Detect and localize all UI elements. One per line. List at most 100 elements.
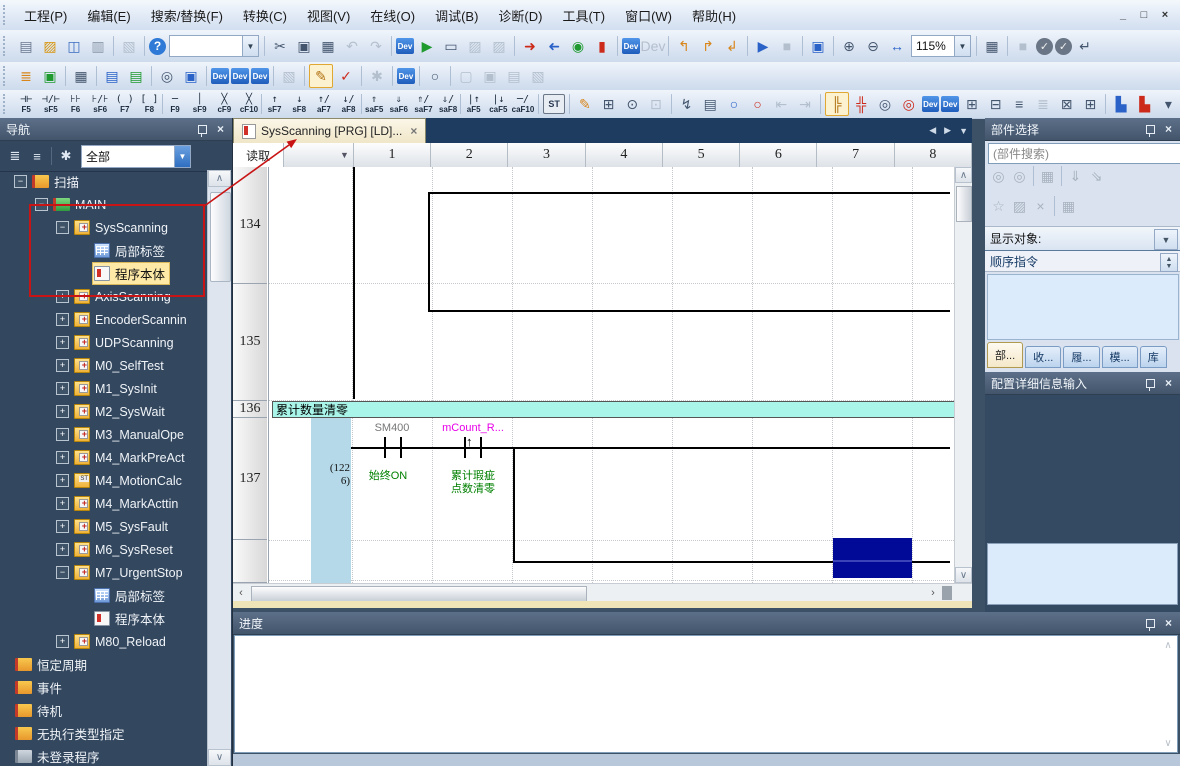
editor-horizontal-scrollbar[interactable]: ‹ › bbox=[233, 583, 972, 602]
tab-scroll-left-icon[interactable]: ◀ bbox=[929, 125, 936, 136]
edit-mode-indicator[interactable]: 读取 bbox=[233, 143, 284, 167]
scroll-up-icon[interactable]: ∧ bbox=[208, 170, 231, 187]
pin-icon[interactable] bbox=[1146, 379, 1155, 388]
tree-item[interactable]: M7_UrgentStop bbox=[0, 561, 208, 584]
note-balloon-icon[interactable]: ⊙ bbox=[621, 93, 643, 115]
element-table-icon[interactable]: ▦ bbox=[1037, 166, 1058, 186]
find-element-icon[interactable]: ◎ bbox=[988, 166, 1009, 186]
device-comment-icon[interactable]: Dev bbox=[211, 68, 229, 84]
edit-comment-icon[interactable]: ✎ bbox=[574, 93, 596, 115]
favorite-star-icon[interactable]: ☆ bbox=[988, 196, 1009, 216]
tree-item[interactable]: M0_SelfTest bbox=[0, 354, 208, 377]
check-program-icon[interactable]: ✓ bbox=[1036, 38, 1053, 55]
delete-row-icon[interactable]: ⊟ bbox=[985, 93, 1007, 115]
device-memory-icon[interactable]: Dev bbox=[231, 68, 249, 84]
line-statement-list-icon[interactable]: ≡ bbox=[1008, 93, 1030, 115]
expander-icon[interactable] bbox=[56, 359, 69, 372]
rising-pulse-close-branch-icon[interactable]: ⇑/ saF7 bbox=[411, 92, 436, 117]
tree-item[interactable]: M80_Reload bbox=[0, 630, 208, 653]
menu-item[interactable]: 窗口(W) bbox=[615, 2, 682, 29]
closed-contact-icon[interactable]: ⊣/⊢ sF5 bbox=[39, 92, 64, 117]
settings-gear-icon[interactable]: ✱ bbox=[55, 145, 77, 167]
fit-width-icon[interactable]: ↔ bbox=[886, 35, 908, 57]
expander-icon[interactable] bbox=[56, 520, 69, 533]
tree-item[interactable]: 未登录程序 bbox=[0, 745, 208, 766]
check-parameter-icon[interactable]: ✓ bbox=[1055, 38, 1072, 55]
navigation-window-icon[interactable]: ≣ bbox=[15, 65, 37, 87]
dev-find-icon[interactable]: Dev bbox=[622, 38, 640, 54]
dock-layout2-icon[interactable]: ▣ bbox=[479, 65, 501, 87]
tab-list-icon[interactable]: ▼ bbox=[959, 126, 968, 136]
wire-tree-icon[interactable]: ╠ bbox=[825, 92, 849, 116]
run-program-icon[interactable]: ▶ bbox=[416, 35, 438, 57]
dropdown-arrow-icon[interactable]: ▼ bbox=[174, 146, 190, 167]
help-icon[interactable]: ? bbox=[149, 38, 166, 55]
filter-combobox[interactable]: 全部 ▼ bbox=[81, 145, 191, 168]
copy-icon[interactable]: ▣ bbox=[293, 35, 315, 57]
dock-layout1-icon[interactable]: ▢ bbox=[455, 65, 477, 87]
expander-icon[interactable] bbox=[56, 313, 69, 326]
read-from-plc-icon[interactable]: ➜ bbox=[543, 35, 565, 57]
row-number[interactable]: 135 bbox=[233, 284, 267, 401]
add-element-icon[interactable]: ⇓ bbox=[1065, 166, 1086, 186]
inline-st-icon[interactable]: ST bbox=[543, 94, 565, 114]
expand-tree-icon[interactable]: ≡ bbox=[26, 145, 48, 167]
vertical-line-icon[interactable]: │ sF9 bbox=[187, 92, 212, 117]
dev-search-icon[interactable]: Dev bbox=[922, 96, 940, 112]
menu-item[interactable]: 工程(P) bbox=[14, 2, 77, 29]
document-icon[interactable]: ▤ bbox=[699, 93, 721, 115]
device-monitor-icon[interactable]: Dev bbox=[396, 38, 414, 54]
restore-icon[interactable]: □ bbox=[1135, 7, 1153, 23]
dev-disabled-icon[interactable]: Dev bbox=[642, 35, 664, 57]
undo-icon[interactable]: ↶ bbox=[341, 35, 363, 57]
application-instruction-icon[interactable]: [ ] F8 bbox=[137, 92, 162, 117]
zoom-in-icon[interactable]: ⊕ bbox=[838, 35, 860, 57]
tree-item[interactable]: 扫描 bbox=[0, 170, 208, 193]
pulse-up-icon[interactable]: ∣↑ aF5 bbox=[461, 92, 486, 117]
expander-icon[interactable] bbox=[56, 336, 69, 349]
wire-delete-icon[interactable]: ╬ bbox=[851, 93, 873, 115]
invert-result-icon[interactable]: ─/ caF10 bbox=[511, 92, 536, 117]
scroll-down-icon[interactable]: ∨ bbox=[208, 749, 231, 766]
doc2-disabled-icon[interactable]: ▨ bbox=[488, 35, 510, 57]
new-project-icon[interactable]: ▤ bbox=[15, 35, 37, 57]
verify-plc-icon[interactable]: ◉ bbox=[567, 35, 589, 57]
jump-next-icon[interactable]: ⇥ bbox=[794, 93, 816, 115]
open-branch-icon[interactable]: ⊦⊦ F6 bbox=[63, 92, 88, 117]
tree-item[interactable]: 无执行类型指定 bbox=[0, 722, 208, 745]
network-disabled-icon[interactable]: ▧ bbox=[278, 65, 300, 87]
falling-pulse-close-branch-icon[interactable]: ⇓/ saF8 bbox=[436, 92, 461, 117]
ladder-edit-mode-icon[interactable]: ✎ bbox=[309, 64, 333, 88]
scroll-left-icon[interactable]: ‹ bbox=[233, 585, 249, 601]
option-list-icon[interactable]: ≣ bbox=[1032, 93, 1054, 115]
module-config-icon[interactable]: ▦ bbox=[70, 65, 92, 87]
tree-item[interactable]: M4_MotionCalc bbox=[0, 469, 208, 492]
dev-replace-icon[interactable]: Dev bbox=[941, 96, 959, 112]
open-project-icon[interactable]: ▨ bbox=[39, 35, 61, 57]
device-search-icon[interactable]: ○ bbox=[424, 65, 446, 87]
expander-icon[interactable] bbox=[14, 175, 27, 188]
ladder-grid[interactable]: 134 135 136 137 累计数量清零 ↑ SM400 mCount_R.… bbox=[233, 167, 972, 583]
tab-scroll-right-icon[interactable]: ▶ bbox=[944, 125, 951, 136]
expander-icon[interactable] bbox=[56, 566, 69, 579]
scroll-up-icon[interactable]: ∧ bbox=[1161, 638, 1175, 652]
expander-icon[interactable] bbox=[56, 405, 69, 418]
coil-icon[interactable]: ( ) F7 bbox=[112, 92, 137, 117]
scroll-down-icon[interactable]: ∨ bbox=[955, 567, 972, 583]
spinner-control[interactable]: ▲▼ bbox=[1160, 253, 1178, 272]
pulse-down-icon[interactable]: ∣↓ caF5 bbox=[486, 92, 511, 117]
close-icon[interactable]: × bbox=[217, 122, 224, 136]
tree-scrollbar[interactable]: ∧ ∨ bbox=[207, 170, 231, 766]
tree-item[interactable]: 程序本体 bbox=[0, 262, 208, 285]
menu-item[interactable]: 搜索/替换(F) bbox=[141, 2, 233, 29]
menu-item[interactable]: 视图(V) bbox=[297, 2, 360, 29]
jump-prev-icon[interactable]: ⇤ bbox=[770, 93, 792, 115]
register-watch-icon[interactable]: ◎ bbox=[874, 93, 896, 115]
hw-config-icon[interactable]: ▭ bbox=[440, 35, 462, 57]
tree-item[interactable]: M5_SysFault bbox=[0, 515, 208, 538]
tree-item[interactable]: 事件 bbox=[0, 676, 208, 699]
expander-icon[interactable] bbox=[56, 221, 69, 234]
cut-icon[interactable]: ✂ bbox=[269, 35, 291, 57]
return-icon[interactable]: ↵ bbox=[1074, 35, 1096, 57]
dropdown-arrow-icon[interactable]: ▼ bbox=[242, 36, 258, 56]
